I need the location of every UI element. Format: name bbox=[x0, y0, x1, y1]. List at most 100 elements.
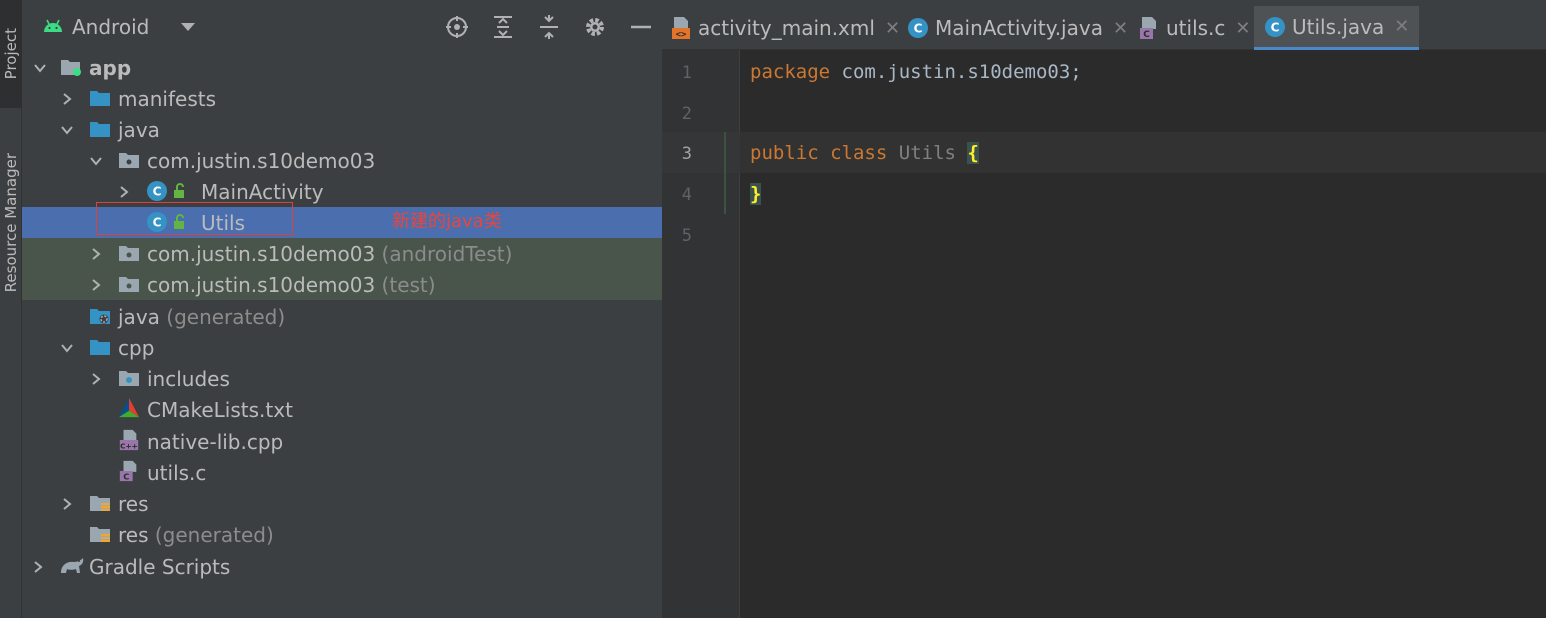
tree-row-res-generated[interactable]: res (generated) bbox=[22, 519, 662, 550]
tree-label-suffix: (androidTest) bbox=[375, 241, 513, 266]
chevron-down-icon[interactable] bbox=[60, 123, 74, 137]
tab-utils-c[interactable]: C utils.c ✕ bbox=[1138, 6, 1251, 50]
tree-label: native-lib.cpp bbox=[147, 429, 284, 454]
code-class-name: Utils bbox=[898, 142, 956, 164]
tree-row-cpp[interactable]: cpp bbox=[22, 332, 662, 363]
chevron-down-icon[interactable] bbox=[60, 341, 74, 355]
tree-row-cmakelists[interactable]: CMakeLists.txt bbox=[22, 394, 662, 425]
tree-row-res[interactable]: res bbox=[22, 488, 662, 519]
chevron-right-icon[interactable] bbox=[60, 497, 74, 511]
annotation-label: 新建的java类 bbox=[392, 211, 502, 232]
tree-row-gradle-scripts[interactable]: Gradle Scripts bbox=[22, 551, 662, 582]
chevron-right-icon[interactable] bbox=[31, 560, 45, 574]
folder-icon bbox=[89, 336, 111, 358]
editor-area: <> activity_main.xml ✕ C MainActivity.ja… bbox=[662, 0, 1546, 618]
code-text: com.justin.s10demo03; bbox=[830, 61, 1082, 83]
package-icon bbox=[118, 242, 140, 264]
tree-label-suffix: (test) bbox=[375, 272, 436, 297]
tab-mainactivity-java[interactable]: C MainActivity.java ✕ bbox=[907, 6, 1128, 50]
line-number-gutter: 1 2 3 4 5 bbox=[662, 50, 740, 618]
project-tool-label: Project bbox=[2, 28, 20, 80]
close-icon[interactable]: ✕ bbox=[885, 18, 900, 39]
view-mode-dropdown[interactable]: Android bbox=[42, 13, 196, 41]
code-line-3[interactable]: public class Utils { bbox=[750, 142, 979, 164]
tree-label-suffix: (generated) bbox=[159, 304, 286, 329]
tab-activity-main-xml[interactable]: <> activity_main.xml ✕ bbox=[670, 6, 900, 50]
tree-label: utils.c bbox=[147, 460, 207, 485]
tree-label: java bbox=[118, 304, 160, 329]
res-folder-icon bbox=[89, 492, 111, 514]
tree-row-package[interactable]: com.justin.s10demo03 bbox=[22, 145, 662, 176]
tree-row-package-androidtest[interactable]: com.justin.s10demo03 (androidTest) bbox=[22, 238, 662, 269]
project-tool-tab[interactable]: Project bbox=[0, 0, 22, 108]
tree-row-java-generated[interactable]: java (generated) bbox=[22, 301, 662, 332]
resource-manager-tool-tab[interactable]: Resource Manager bbox=[0, 125, 22, 320]
svg-text:C: C bbox=[914, 22, 923, 36]
package-icon bbox=[118, 149, 140, 171]
c-file-icon: C bbox=[1138, 17, 1160, 40]
lock-open-icon bbox=[172, 180, 188, 202]
package-icon bbox=[118, 273, 140, 295]
code-brace-close: } bbox=[750, 183, 762, 205]
c-file-icon: C bbox=[118, 460, 140, 482]
tab-label: activity_main.xml bbox=[698, 16, 875, 40]
close-icon[interactable]: ✕ bbox=[1113, 18, 1128, 39]
gear-icon[interactable] bbox=[582, 14, 608, 40]
tree-row-utils-c[interactable]: C utils.c bbox=[22, 457, 662, 488]
java-class-icon: C bbox=[1264, 16, 1286, 38]
line-number: 3 bbox=[681, 144, 692, 164]
editor-tabs: <> activity_main.xml ✕ C MainActivity.ja… bbox=[662, 0, 1546, 50]
java-class-icon: C bbox=[907, 17, 929, 39]
java-class-icon: C bbox=[146, 180, 168, 202]
tree-label: CMakeLists.txt bbox=[147, 397, 293, 422]
tree-label: java bbox=[118, 117, 160, 142]
code-line-1[interactable]: package com.justin.s10demo03; bbox=[750, 61, 1082, 83]
tree-label: com.justin.s10demo03 bbox=[147, 148, 376, 173]
chevron-right-icon[interactable] bbox=[117, 185, 131, 199]
svg-text:C: C bbox=[1271, 20, 1280, 34]
svg-text:<>: <> bbox=[676, 30, 687, 40]
module-icon bbox=[60, 56, 82, 78]
tree-row-manifests[interactable]: manifests bbox=[22, 83, 662, 114]
gradle-icon bbox=[59, 555, 85, 577]
cpp-file-icon: C++ bbox=[118, 429, 140, 451]
svg-text:C: C bbox=[153, 185, 162, 199]
expand-all-icon[interactable] bbox=[490, 14, 516, 40]
tree-label-suffix: (generated) bbox=[148, 522, 274, 547]
chevron-down-icon[interactable] bbox=[33, 61, 47, 75]
code-brace-open: { bbox=[967, 142, 979, 164]
chevron-right-icon[interactable] bbox=[60, 92, 74, 106]
tree-row-java[interactable]: java bbox=[22, 114, 662, 145]
tab-label: Utils.java bbox=[1292, 14, 1385, 39]
svg-text:C++: C++ bbox=[120, 441, 138, 450]
chevron-right-icon[interactable] bbox=[89, 247, 103, 261]
tree-row-includes[interactable]: includes bbox=[22, 363, 662, 394]
tree-label: app bbox=[89, 55, 132, 80]
svg-text:C: C bbox=[123, 471, 129, 481]
tree-row-app[interactable]: app bbox=[22, 52, 662, 83]
folder-icon bbox=[89, 118, 111, 140]
view-mode-label: Android bbox=[72, 15, 150, 39]
code-keyword: public bbox=[750, 142, 819, 164]
project-panel-header: Android bbox=[22, 0, 662, 52]
tree-row-native-lib[interactable]: C++ native-lib.cpp bbox=[22, 426, 662, 457]
folder-icon bbox=[89, 87, 111, 109]
close-icon[interactable]: ✕ bbox=[1394, 16, 1409, 37]
tree-row-package-test[interactable]: com.justin.s10demo03 (test) bbox=[22, 269, 662, 300]
resource-manager-label: Resource Manager bbox=[2, 152, 20, 293]
close-icon[interactable]: ✕ bbox=[1235, 18, 1250, 39]
code-line-4[interactable]: } bbox=[750, 183, 762, 205]
tab-utils-java[interactable]: C Utils.java ✕ bbox=[1254, 6, 1420, 50]
minimize-icon[interactable] bbox=[628, 14, 654, 40]
chevron-right-icon[interactable] bbox=[89, 278, 103, 292]
line-number: 5 bbox=[681, 226, 692, 246]
svg-text:C: C bbox=[1143, 30, 1150, 40]
chevron-right-icon[interactable] bbox=[89, 372, 103, 386]
line-number: 4 bbox=[681, 185, 692, 205]
locate-icon[interactable] bbox=[444, 14, 470, 40]
line-number: 2 bbox=[681, 104, 692, 124]
collapse-all-icon[interactable] bbox=[536, 14, 562, 40]
res-folder-icon bbox=[89, 523, 111, 545]
code-keyword: class bbox=[830, 142, 888, 164]
chevron-down-icon[interactable] bbox=[89, 154, 103, 168]
